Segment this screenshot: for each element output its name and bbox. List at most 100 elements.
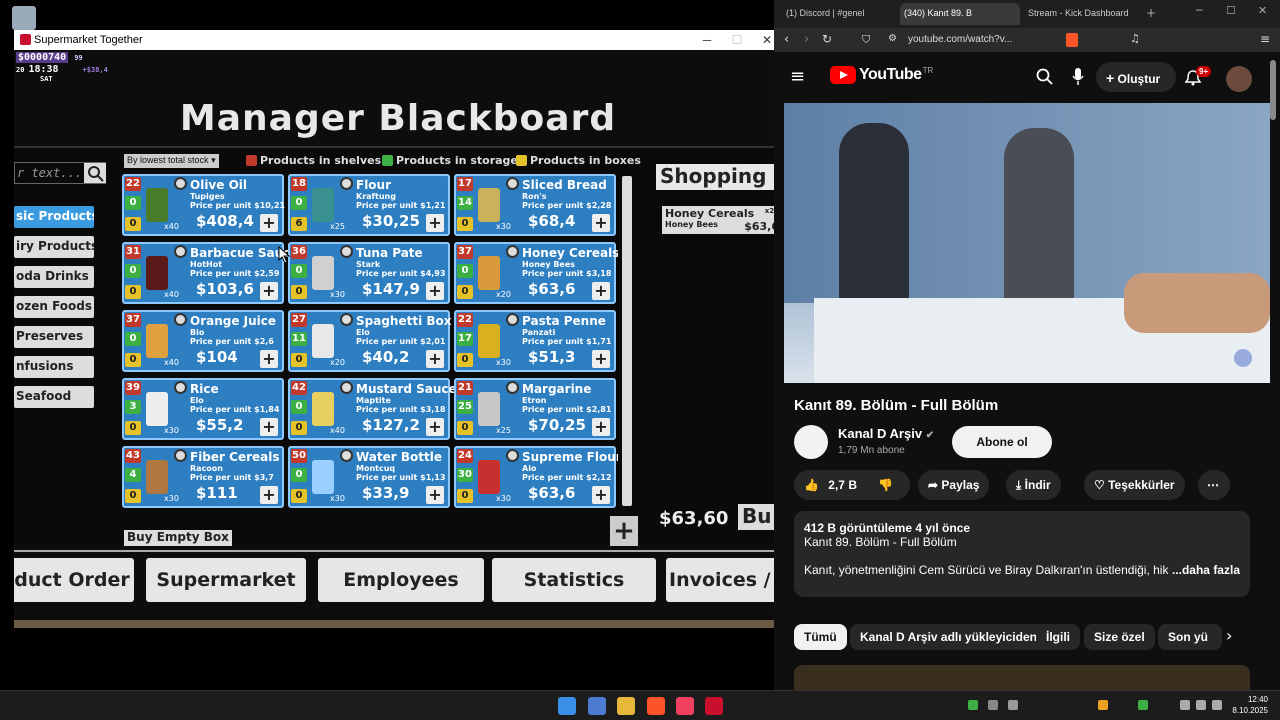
bookmark-icon[interactable]: ⛉ — [862, 33, 870, 47]
filter-chip[interactable]: İlgili — [1036, 624, 1080, 650]
product-card[interactable]: 27 11 0 x20 Spaghetti Box Elo Price per unit $… — [288, 310, 452, 372]
back-icon[interactable]: ‹ — [784, 32, 789, 47]
youtube-logo[interactable]: YouTube TR — [830, 66, 933, 84]
add-product-button[interactable]: + — [260, 214, 278, 232]
add-product-button[interactable]: + — [592, 282, 610, 300]
volume-icon[interactable] — [1196, 700, 1206, 710]
add-product-button[interactable]: + — [426, 214, 444, 232]
category-button[interactable]: iry Products — [14, 236, 94, 258]
product-card[interactable]: 43 4 0 x30 Fiber Cereals Racoon Price per unit… — [122, 446, 284, 508]
subscribe-button[interactable]: Abone ol — [952, 426, 1052, 458]
category-button[interactable]: oda Drinks — [14, 266, 94, 288]
thumbs-down-icon[interactable]: 👎 — [878, 478, 893, 492]
tray-app-icon[interactable] — [1098, 700, 1108, 710]
microphone-icon[interactable] — [1072, 67, 1084, 87]
gear-icon[interactable] — [174, 381, 187, 394]
like-count[interactable]: 2,7 B — [828, 478, 857, 492]
add-product-button[interactable]: + — [426, 282, 444, 300]
search-icon[interactable] — [1036, 68, 1054, 86]
description-more-link[interactable]: ...daha fazla — [1167, 563, 1240, 577]
gear-icon[interactable] — [340, 245, 353, 258]
product-card[interactable]: 37 0 0 x40 Orange Juice Bio Price per unit $2,… — [122, 310, 284, 372]
product-card[interactable]: 42 0 0 x40 Mustard Sauce Maptite Price per uni… — [288, 378, 457, 440]
product-card[interactable]: 24 30 0 x30 Supreme Flour Aio Price per unit $… — [454, 446, 618, 508]
category-button[interactable]: ozen Foods — [14, 296, 94, 318]
product-card[interactable]: 22 0 0 x40 Olive Oil Tupiges Price per unit $1… — [122, 174, 285, 236]
manager-tab[interactable]: Supermarket — [146, 558, 306, 602]
minimize-button[interactable]: ─ — [1196, 4, 1203, 17]
gear-icon[interactable] — [340, 381, 353, 394]
product-scrollbar[interactable] — [622, 176, 632, 506]
start-button-icon[interactable] — [558, 697, 576, 715]
chevron-right-icon[interactable]: › — [1226, 626, 1232, 645]
browser-tab[interactable]: (1) Discord | #genel — [782, 3, 894, 25]
filter-chip[interactable]: Tümü — [794, 624, 847, 650]
browser-tab[interactable]: (340) Kanıt 89. B — [900, 3, 1020, 25]
thumbs-up-icon[interactable]: 👍 — [804, 478, 819, 492]
menu-icon[interactable]: ≡ — [1260, 32, 1270, 46]
description-box[interactable]: 412 B görüntüleme 4 yıl önce Kanıt 89. B… — [794, 511, 1250, 597]
browser-tab[interactable]: Stream - Kick Dashboard — [1024, 3, 1142, 25]
widgets-icon[interactable] — [588, 697, 606, 715]
music-app-icon[interactable] — [676, 697, 694, 715]
url-field[interactable]: youtube.com/watch?v... — [908, 34, 1012, 45]
avatar[interactable] — [1226, 66, 1252, 92]
site-info-icon[interactable]: ⚙ — [888, 33, 897, 44]
category-button[interactable]: nfusions — [14, 356, 94, 378]
manager-tab[interactable]: Employees — [318, 558, 484, 602]
gear-icon[interactable] — [340, 449, 353, 462]
filter-chip[interactable]: Kanal D Arşiv adlı yükleyiciden — [850, 624, 1047, 650]
add-product-button[interactable]: + — [426, 350, 444, 368]
add-product-button[interactable]: + — [592, 350, 610, 368]
forward-icon[interactable]: › — [804, 32, 809, 47]
gear-icon[interactable] — [506, 313, 519, 326]
channel-name[interactable]: Kanal D Arşiv ✔ — [838, 426, 934, 441]
tray-app-icon[interactable] — [1138, 700, 1148, 710]
category-button[interactable]: Preserves — [14, 326, 94, 348]
manager-tab[interactable]: duct Order — [14, 558, 134, 602]
gear-icon[interactable] — [340, 313, 353, 326]
supermarket-app-icon[interactable] — [705, 697, 723, 715]
product-card[interactable]: 39 3 0 x30 Rice Elo Price per unit $1,84 $55,2 + — [122, 378, 284, 440]
hamburger-menu-icon[interactable]: ≡ — [790, 66, 805, 87]
gear-icon[interactable] — [506, 177, 519, 190]
gear-icon[interactable] — [174, 177, 187, 190]
extensions-icon[interactable]: ♫ — [1130, 32, 1140, 45]
gear-icon[interactable] — [174, 313, 187, 326]
gear-icon[interactable] — [174, 245, 187, 258]
gear-icon[interactable] — [506, 449, 519, 462]
page-scrollbar[interactable] — [1270, 60, 1276, 120]
product-card[interactable]: 17 14 0 x30 Sliced Bread Ron's Price per unit … — [454, 174, 616, 236]
recycle-bin-icon[interactable] — [12, 6, 36, 30]
add-product-button[interactable]: + — [260, 350, 278, 368]
close-button[interactable]: ✕ — [1258, 4, 1267, 17]
category-button[interactable]: sic Products — [14, 206, 94, 228]
add-product-button[interactable]: + — [592, 418, 610, 436]
channel-avatar[interactable] — [794, 425, 828, 459]
tray-app-icon[interactable] — [988, 700, 998, 710]
add-product-button[interactable]: + — [260, 418, 278, 436]
product-card[interactable]: 31 0 0 x40 Barbacue Sauce HotHot Price per uni… — [122, 242, 298, 304]
product-card[interactable]: 18 0 6 x25 Flour Kraftung Price per unit $1,21… — [288, 174, 450, 236]
maximize-button[interactable]: ☐ — [722, 30, 752, 50]
share-button[interactable]: ➦ Paylaş — [918, 470, 990, 500]
manager-tab[interactable]: Statistics — [492, 558, 656, 602]
product-card[interactable]: 37 0 0 x20 Honey Cereals Honey Bees Price per … — [454, 242, 618, 304]
add-product-button[interactable]: + — [426, 418, 444, 436]
gear-icon[interactable] — [506, 245, 519, 258]
category-button[interactable]: Seafood — [14, 386, 94, 408]
product-card[interactable]: 50 0 0 x30 Water Bottle Montcuq Price per unit… — [288, 446, 450, 508]
video-player[interactable] — [784, 103, 1270, 383]
add-product-button[interactable]: + — [592, 214, 610, 232]
search-icon[interactable] — [84, 163, 106, 183]
new-tab-button[interactable]: + — [1146, 6, 1156, 20]
brave-shields-icon[interactable] — [1066, 33, 1078, 47]
maximize-button[interactable]: ☐ — [1226, 4, 1236, 17]
product-card[interactable]: 36 0 0 x30 Tuna Pate Stark Price per unit $4,9… — [288, 242, 450, 304]
system-clock[interactable]: 12:40 8.10.2025 — [1228, 694, 1268, 716]
gear-icon[interactable] — [506, 381, 519, 394]
gear-icon[interactable] — [340, 177, 353, 190]
add-product-button[interactable]: + — [260, 486, 278, 504]
add-to-list-button[interactable]: + — [610, 516, 638, 546]
brave-browser-icon[interactable] — [647, 697, 665, 715]
